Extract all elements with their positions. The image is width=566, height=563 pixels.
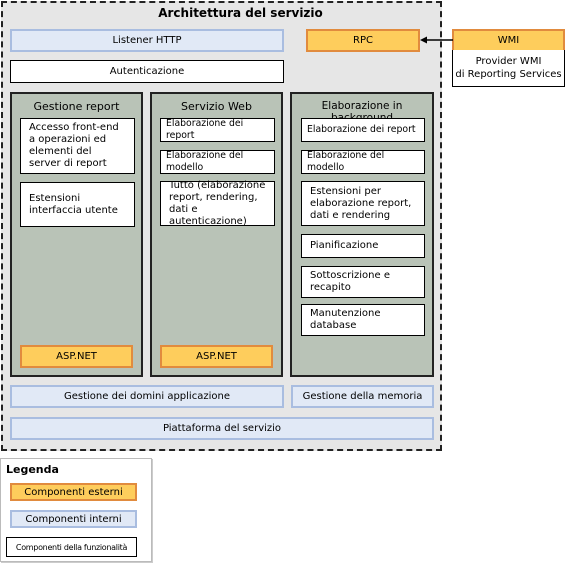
memory-management-box: Gestione della memoria <box>291 385 434 408</box>
rpc-box: RPC <box>306 29 420 52</box>
appdomain-management-box: Gestione dei domini applicazione <box>10 385 284 408</box>
legend-internal: Componenti interni <box>10 510 137 528</box>
list-item: Estensioni interfaccia utente <box>20 182 135 227</box>
listener-http-box: Listener HTTP <box>10 29 284 52</box>
legend-external: Componenti esterni <box>10 483 137 501</box>
list-item: Elaborazione dei report <box>160 118 275 142</box>
diagram-title: Architettura del servizio <box>158 6 323 20</box>
group-title: Gestione report <box>33 100 120 113</box>
list-item: Sottoscrizione e recapito <box>301 266 425 298</box>
arrow-icon <box>420 36 453 44</box>
arrow-head <box>420 36 427 44</box>
list-item: Elaborazione del modello <box>301 150 425 174</box>
service-platform-box: Piattaforma del servizio <box>10 417 434 440</box>
list-item: Manutenzione database <box>301 304 425 336</box>
wmi-provider-line2: di Reporting Services <box>455 69 562 80</box>
group-report-manager: Gestione report Accesso front-end a oper… <box>10 92 143 377</box>
group-title: Servizio Web <box>181 100 252 113</box>
wmi-provider-line1: Provider WMI <box>475 56 542 67</box>
wmi-provider-box: Provider WMI di Reporting Services <box>452 50 565 87</box>
list-item: Tutto (elaborazione report, rendering, d… <box>160 180 275 227</box>
aspnet-box: ASP.NET <box>160 345 273 368</box>
group-background-processing: Elaborazione in background Elaborazione … <box>290 92 434 377</box>
list-item: Elaborazione del modello <box>160 150 275 174</box>
list-item: Elaborazione dei report <box>301 118 425 142</box>
legend: Legenda Componenti esterni Componenti in… <box>0 458 152 562</box>
list-item: Estensioni per elaborazione report, dati… <box>301 181 425 226</box>
aspnet-box: ASP.NET <box>20 345 133 368</box>
list-item: Accesso front-end a operazioni ed elemen… <box>20 118 135 174</box>
authentication-box: Autenticazione <box>10 60 284 83</box>
list-item: Pianificazione <box>301 234 425 258</box>
legend-functional: Componenti della funzionalità <box>6 537 137 557</box>
legend-title: Legenda <box>6 463 59 476</box>
group-web-service: Servizio Web Elaborazione dei report Ela… <box>150 92 283 377</box>
wmi-header: WMI <box>452 29 565 52</box>
